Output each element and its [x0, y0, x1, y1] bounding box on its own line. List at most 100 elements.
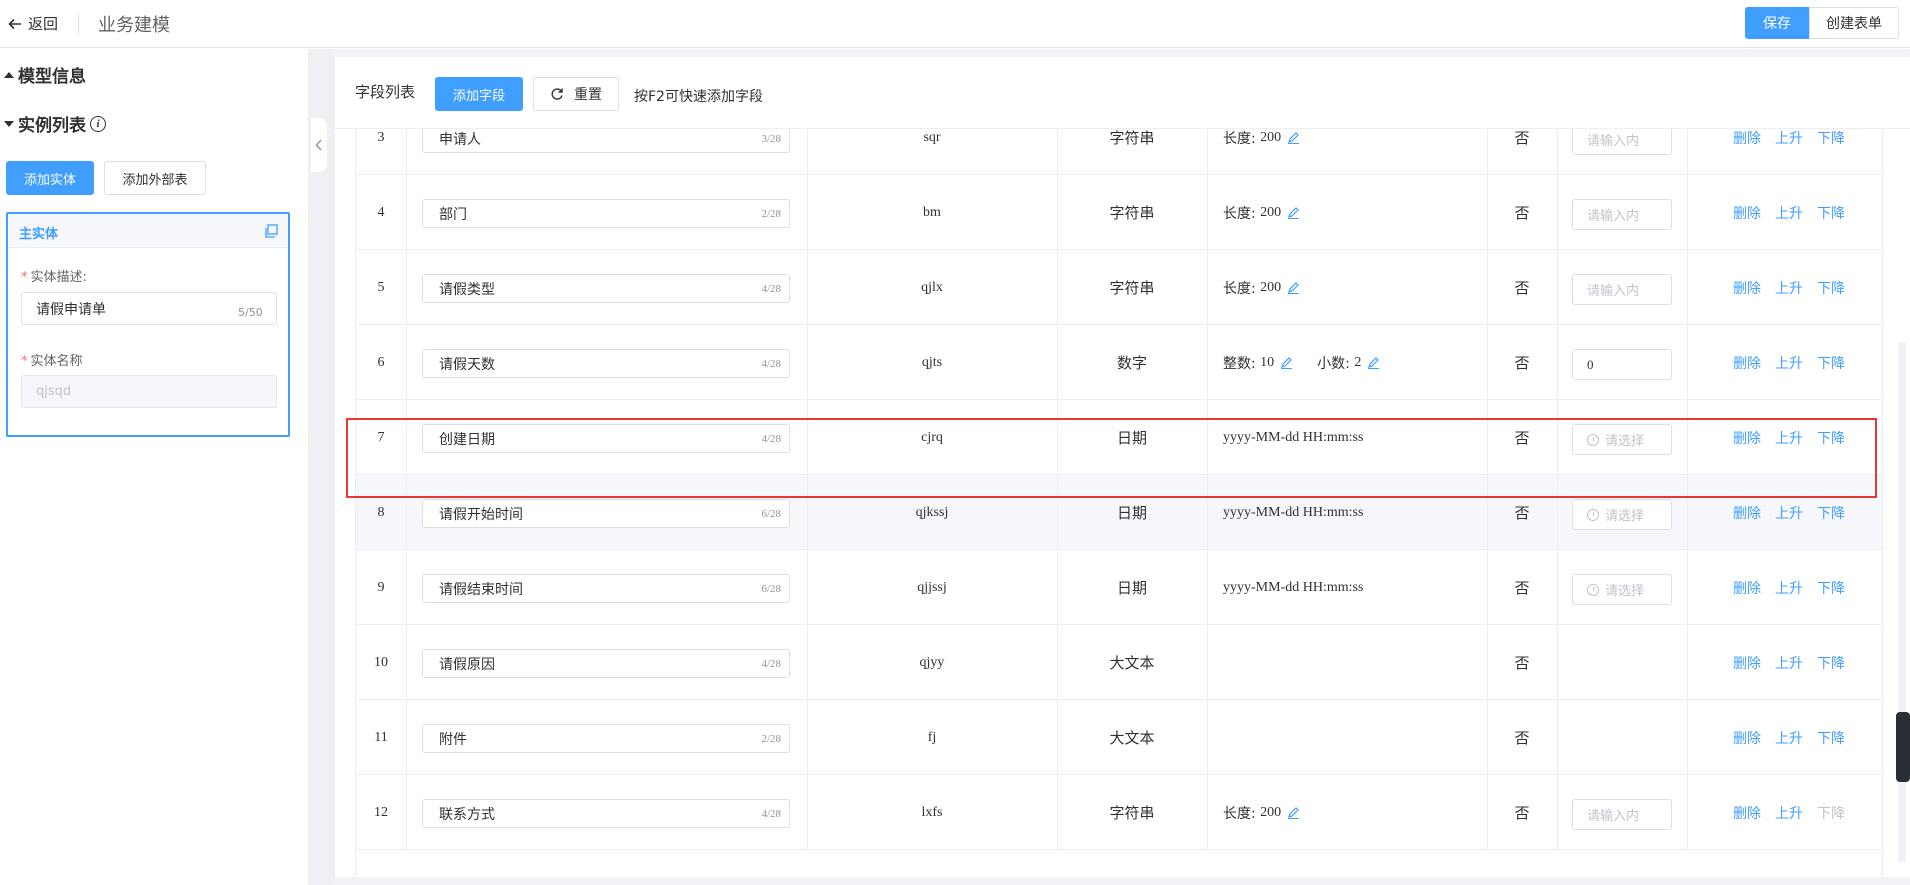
- field-name-input[interactable]: 创建日期 4/28: [422, 424, 790, 453]
- move-up-link[interactable]: 上升: [1775, 728, 1803, 748]
- field-attributes: yyyy-MM-dd HH:mm:ss: [1223, 475, 1483, 550]
- dec-value: 2: [1354, 354, 1362, 370]
- field-code: qjlx: [921, 279, 943, 295]
- row-actions: 删除 上升 下降: [1733, 129, 1859, 175]
- table-row[interactable]: 7 创建日期 4/28 cjrq 日期 yyyy-MM-dd HH:mm:ss 否 请选择 删除…: [356, 400, 1882, 475]
- default-value-input[interactable]: 0: [1572, 349, 1672, 380]
- default-date-picker[interactable]: 请选择: [1572, 574, 1672, 605]
- row-number: 9: [377, 579, 385, 595]
- reset-button[interactable]: 重置: [533, 77, 619, 111]
- save-button[interactable]: 保存: [1745, 7, 1809, 39]
- move-down-link[interactable]: 下降: [1817, 203, 1845, 223]
- edit-pencil-icon[interactable]: [1287, 281, 1300, 294]
- move-up-link[interactable]: 上升: [1775, 353, 1803, 373]
- table-row[interactable]: 4 部门 2/28 bm 字符串 长度: 200 否 请输入内 删除 上升 下降: [356, 175, 1882, 250]
- int-label: 整数:: [1223, 355, 1256, 372]
- instance-list-section-toggle[interactable]: 实例列表 i: [4, 111, 106, 136]
- field-name-count: 6/28: [761, 582, 781, 595]
- move-down-link[interactable]: 下降: [1817, 653, 1845, 673]
- move-down-link[interactable]: 下降: [1817, 278, 1845, 298]
- field-name-count: 2/28: [761, 732, 781, 745]
- field-name-input[interactable]: 请假原因 4/28: [422, 649, 790, 678]
- move-up-link[interactable]: 上升: [1775, 653, 1803, 673]
- default-value-input[interactable]: 请输入内: [1572, 799, 1672, 830]
- delete-link[interactable]: 删除: [1733, 578, 1761, 598]
- field-name-input[interactable]: 请假开始时间 6/28: [422, 499, 790, 528]
- field-name-input[interactable]: 申请人 3/28: [422, 129, 790, 153]
- field-name-input[interactable]: 部门 2/28: [422, 199, 790, 228]
- move-up-link[interactable]: 上升: [1775, 578, 1803, 598]
- move-down-link[interactable]: 下降: [1817, 728, 1845, 748]
- move-down-link[interactable]: 下降: [1817, 578, 1845, 598]
- move-up-link[interactable]: 上升: [1775, 278, 1803, 298]
- table-row[interactable]: 12 联系方式 4/28 lxfs 字符串 长度: 200 否 请输入内 删除 上升 下降: [356, 775, 1882, 850]
- entity-card[interactable]: 主实体 * 实体描述: 请假申请单 5/50 * 实体名称 qjsqd: [6, 212, 290, 437]
- field-name-count: 4/28: [761, 657, 781, 670]
- field-required: 否: [1514, 804, 1530, 822]
- field-attributes: 整数: 10 小数: 2: [1223, 325, 1483, 400]
- move-up-link[interactable]: 上升: [1775, 129, 1803, 148]
- move-up-link[interactable]: 上升: [1775, 203, 1803, 223]
- top-bar: [0, 0, 1910, 48]
- field-type: 大文本: [1109, 729, 1155, 747]
- move-down-link[interactable]: 下降: [1817, 353, 1845, 373]
- default-value-input[interactable]: 请输入内: [1572, 129, 1672, 155]
- field-name-input[interactable]: 请假结束时间 6/28: [422, 574, 790, 603]
- copy-icon[interactable]: [264, 224, 278, 238]
- info-icon[interactable]: i: [90, 115, 106, 132]
- edit-pencil-icon[interactable]: [1287, 206, 1300, 219]
- date-format: yyyy-MM-dd HH:mm:ss: [1223, 429, 1364, 445]
- horizontal-scrollbar[interactable]: [335, 877, 1910, 885]
- delete-link[interactable]: 删除: [1733, 353, 1761, 373]
- default-date-picker[interactable]: 请选择: [1572, 499, 1672, 530]
- table-row[interactable]: 6 请假天数 4/28 qjts 数字 整数: 10 小数: 2 否 0 删除 上升 下降: [356, 325, 1882, 400]
- add-entity-button[interactable]: 添加实体: [6, 161, 94, 195]
- table-row[interactable]: 9 请假结束时间 6/28 qjjssj 日期 yyyy-MM-dd HH:mm:ss 否 请…: [356, 550, 1882, 625]
- table-row[interactable]: 3 申请人 3/28 sqr 字符串 长度: 200 否 请输入内 删除 上升 下降: [356, 129, 1882, 175]
- table-row[interactable]: 10 请假原因 4/28 qjyy 大文本 否 删除 上升 下降: [356, 625, 1882, 700]
- field-name-input[interactable]: 联系方式 4/28: [422, 799, 790, 828]
- row-actions: 删除 上升 下降: [1733, 550, 1859, 625]
- default-value-input[interactable]: 请输入内: [1572, 274, 1672, 305]
- add-field-button[interactable]: 添加字段: [435, 77, 523, 111]
- delete-link[interactable]: 删除: [1733, 428, 1761, 448]
- table-row[interactable]: 5 请假类型 4/28 qjlx 字符串 长度: 200 否 请输入内 删除 上升 下降: [356, 250, 1882, 325]
- collapse-sidebar-button[interactable]: [311, 118, 327, 172]
- edit-pencil-icon[interactable]: [1287, 806, 1300, 819]
- table-row[interactable]: 8 请假开始时间 6/28 qjkssj 日期 yyyy-MM-dd HH:mm:ss 否 请…: [356, 475, 1882, 550]
- fields-table: 3 申请人 3/28 sqr 字符串 长度: 200 否请输入内 删除 上升 下降 4 部门 2/28 b…: [355, 129, 1883, 878]
- move-down-link[interactable]: 下降: [1817, 503, 1845, 523]
- field-required: 否: [1514, 729, 1530, 747]
- move-down-link[interactable]: 下降: [1817, 803, 1845, 823]
- default-value-input[interactable]: 请输入内: [1572, 199, 1672, 230]
- field-name: 请假天数: [439, 356, 495, 373]
- field-name-input[interactable]: 请假类型 4/28: [422, 274, 790, 303]
- field-attributes: yyyy-MM-dd HH:mm:ss: [1223, 400, 1483, 475]
- delete-link[interactable]: 删除: [1733, 803, 1761, 823]
- edit-pencil-icon[interactable]: [1280, 356, 1293, 369]
- edit-pencil-icon[interactable]: [1287, 131, 1300, 144]
- table-row[interactable]: 11 附件 2/28 fj 大文本 否 删除 上升 下降: [356, 700, 1882, 775]
- delete-link[interactable]: 删除: [1733, 203, 1761, 223]
- move-down-link[interactable]: 下降: [1817, 428, 1845, 448]
- clock-icon: [1587, 583, 1599, 596]
- move-up-link[interactable]: 上升: [1775, 503, 1803, 523]
- create-form-button[interactable]: 创建表单: [1809, 7, 1899, 39]
- delete-link[interactable]: 删除: [1733, 129, 1761, 148]
- model-info-section-toggle[interactable]: 模型信息: [4, 62, 86, 87]
- back-button[interactable]: 返回: [8, 13, 58, 34]
- move-down-link[interactable]: 下降: [1817, 129, 1845, 148]
- default-date-picker[interactable]: 请选择: [1572, 424, 1672, 455]
- add-external-table-button[interactable]: 添加外部表: [104, 161, 206, 195]
- move-up-link[interactable]: 上升: [1775, 428, 1803, 448]
- vertical-scrollbar-track[interactable]: [1898, 342, 1906, 862]
- delete-link[interactable]: 删除: [1733, 503, 1761, 523]
- move-up-link[interactable]: 上升: [1775, 803, 1803, 823]
- vertical-scrollbar-thumb[interactable]: [1896, 712, 1910, 782]
- delete-link[interactable]: 删除: [1733, 653, 1761, 673]
- field-name-input[interactable]: 请假天数 4/28: [422, 349, 790, 378]
- edit-pencil-icon[interactable]: [1367, 356, 1380, 369]
- delete-link[interactable]: 删除: [1733, 728, 1761, 748]
- delete-link[interactable]: 删除: [1733, 278, 1761, 298]
- field-name-input[interactable]: 附件 2/28: [422, 724, 790, 753]
